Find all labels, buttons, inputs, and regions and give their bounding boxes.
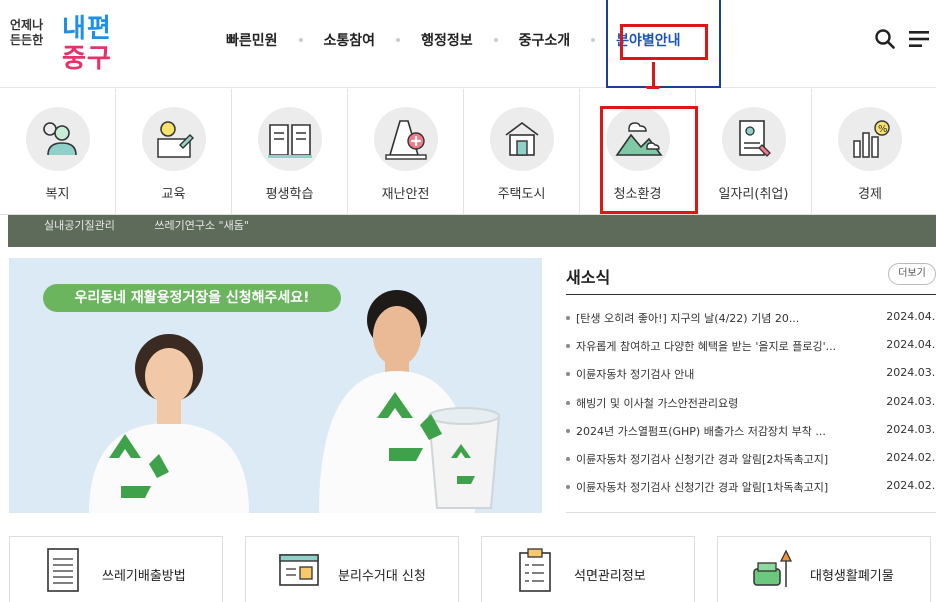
- banner-headline: 우리동네 재활용정거장을 신청해주세요!: [43, 284, 341, 312]
- news-panel: 새소식 더보기 [탄생 오히려 좋아!] 지구의 날(4/22) 기념 20..…: [566, 258, 936, 513]
- quick-link-recycling-request[interactable]: 분리수거대 신청: [245, 536, 459, 602]
- news-more-button[interactable]: 더보기: [888, 263, 936, 285]
- bullet-icon: [566, 400, 570, 405]
- nav-separator: [493, 38, 498, 42]
- category-disaster-safety[interactable]: 재난안전: [348, 89, 464, 215]
- category-label: 평생학습: [265, 187, 314, 202]
- book-icon: [257, 107, 322, 171]
- highlight-red-nav-box: [620, 24, 708, 60]
- category-jobs[interactable]: 일자리(취업): [696, 89, 812, 215]
- news-item-title: 2024년 가스열펌프(GHP) 배출가스 저감장치 부착 ...: [576, 424, 826, 438]
- site-header: 언제나 든든한 내편 중구 빠른민원 소통참여 행정정보 중구소개 분야별안내: [0, 0, 936, 88]
- bullet-icon: [566, 372, 570, 377]
- news-item-title: 해빙기 및 이사철 가스안전관리요령: [576, 396, 739, 410]
- bullet-icon: [566, 456, 570, 461]
- news-item-date: 2024.04.22: [886, 310, 936, 323]
- bullet-icon: [566, 316, 570, 320]
- highlight-red-category-box: [600, 106, 698, 214]
- news-item-date: 2024.02.28: [886, 450, 936, 464]
- category-welfare[interactable]: 복지: [0, 89, 116, 215]
- bullet-icon: [566, 344, 570, 349]
- category-lifelong-learning[interactable]: 평생학습: [232, 89, 348, 215]
- bullet-icon: [566, 485, 570, 490]
- category-label: 일자리(취업): [718, 187, 789, 202]
- quick-link-label: 대형생활폐기물: [810, 569, 894, 584]
- strip-link[interactable]: 쓰레기연구소 "새돔": [154, 219, 249, 232]
- document-icon: [47, 548, 79, 592]
- nav-item-about[interactable]: 중구소개: [519, 30, 571, 50]
- nav-separator: [298, 38, 303, 42]
- svg-text:%: %: [878, 124, 888, 135]
- category-education[interactable]: 교육: [116, 89, 232, 215]
- clipboard-icon: [519, 548, 551, 592]
- news-item-title: 이륜자동차 정기검사 신청기간 경과 알림[1차독촉고지]: [576, 481, 829, 495]
- furniture-icon: [753, 549, 793, 587]
- news-item[interactable]: 이륜자동차 정기검사 신청기간 경과 알림[2차독촉고지] 2024.02.28: [566, 451, 936, 479]
- news-item[interactable]: 이륜자동차 정기검사 신청기간 경과 알림[1차독촉고지] 2024.02.28: [566, 479, 936, 507]
- house-icon: [489, 107, 554, 171]
- news-item-title: 이륜자동차 정기검사 안내: [576, 368, 695, 382]
- news-item-title: [탄생 오히려 좋아!] 지구의 날(4/22) 기념 20...: [576, 312, 800, 325]
- main-banner[interactable]: 우리동네 재활용정거장을 신청해주세요!: [9, 258, 542, 513]
- site-logo[interactable]: 언제나 든든한 내편 중구: [8, 4, 128, 74]
- category-label: 경제: [858, 187, 882, 202]
- category-housing-urban[interactable]: 주택도시: [464, 89, 580, 215]
- web-form-icon: [279, 554, 319, 586]
- welfare-icon: [25, 107, 90, 171]
- news-item-date: 2024.04.20: [886, 338, 936, 352]
- news-item[interactable]: 자유롭게 참여하고 다양한 혜택을 받는 '을지로 플로깅'... 2024.04…: [566, 338, 936, 366]
- bar-chart-icon: %: [838, 107, 902, 171]
- annotation-arrow-shaft: [652, 62, 655, 88]
- safety-cone-icon: [373, 107, 438, 171]
- category-label: 교육: [161, 187, 186, 202]
- news-divider: [566, 294, 936, 295]
- logo-name-line2: 중구: [62, 44, 112, 74]
- news-item-date: 2024.03.18: [886, 366, 936, 380]
- category-economy[interactable]: % 경제: [812, 89, 928, 215]
- job-document-icon: [721, 107, 786, 171]
- quick-link-large-waste[interactable]: 대형생활폐기물: [717, 536, 931, 602]
- logo-slogan-line1: 언제나: [10, 18, 44, 32]
- search-icon[interactable]: [874, 28, 896, 50]
- category-label: 재난안전: [381, 187, 430, 202]
- news-item[interactable]: 이륜자동차 정기검사 안내 2024.03.18: [566, 366, 936, 394]
- nav-item-quick-civil[interactable]: 빠른민원: [226, 30, 278, 50]
- logo-slogan-line2: 든든한: [10, 33, 44, 47]
- bullet-icon: [566, 428, 570, 433]
- news-item-date: 2024.03.18: [886, 394, 936, 408]
- logo-slogan: 언제나 든든한: [10, 18, 43, 48]
- news-list: [탄생 오히려 좋아!] 지구의 날(4/22) 기념 20... 2024.04…: [566, 310, 936, 507]
- news-item-date: 2024.02.28: [886, 479, 936, 493]
- nav-separator: [591, 38, 596, 42]
- quick-links: 쓰레기배출방법 분리수거대 신청 석면관리정보 대형생활폐기물: [9, 536, 936, 602]
- quick-link-asbestos-info[interactable]: 석면관리정보: [481, 536, 695, 602]
- menu-icon[interactable]: [908, 28, 930, 50]
- category-menu: 복지 교육 평생학습 재난안전 주택도시 청소환경 일자리(취업) % 경제: [0, 89, 936, 215]
- nav-item-communication[interactable]: 소통참여: [324, 30, 376, 50]
- nav-item-admin-info[interactable]: 행정정보: [421, 30, 473, 50]
- quick-link-label: 석면관리정보: [574, 569, 646, 584]
- header-tools: [874, 28, 930, 50]
- quick-link-waste-disposal[interactable]: 쓰레기배출방법: [9, 536, 223, 602]
- news-title: 새소식: [566, 268, 611, 287]
- category-label: 복지: [45, 187, 70, 202]
- news-bottom-divider: [566, 512, 936, 513]
- news-item-title: 자유롭게 참여하고 다양한 혜택을 받는 '을지로 플로깅'...: [576, 340, 837, 354]
- category-label: 주택도시: [497, 187, 546, 202]
- news-item-title: 이륜자동차 정기검사 신청기간 경과 알림[2차독촉고지]: [576, 452, 829, 466]
- news-item-date: 2024.03.08: [886, 422, 936, 436]
- education-icon: [141, 107, 206, 171]
- sub-link-strip: 실내공기질관리 쓰레기연구소 "새돔": [8, 215, 936, 247]
- nav-separator: [396, 38, 401, 42]
- news-item[interactable]: 해빙기 및 이사철 가스안전관리요령 2024.03.18: [566, 395, 936, 423]
- strip-link[interactable]: 실내공기질관리: [44, 219, 115, 232]
- quick-link-label: 분리수거대 신청: [338, 569, 426, 584]
- quick-link-label: 쓰레기배출방법: [102, 569, 186, 584]
- news-item[interactable]: 2024년 가스열펌프(GHP) 배출가스 저감장치 부착 ... 2024.03…: [566, 423, 936, 451]
- news-item[interactable]: [탄생 오히려 좋아!] 지구의 날(4/22) 기념 20... 2024.04…: [566, 310, 936, 338]
